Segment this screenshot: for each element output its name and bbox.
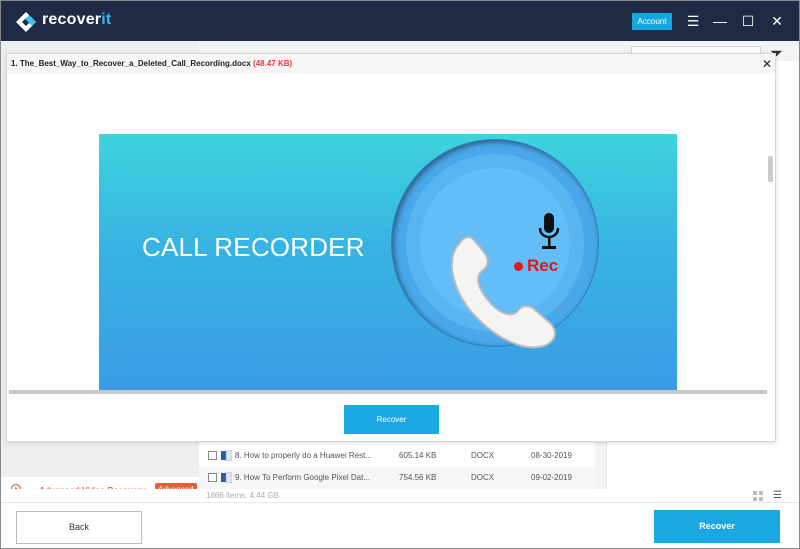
footer: Back Recover [1,503,799,548]
brand-suffix: it [101,11,112,28]
file-type: DOCX [471,451,495,460]
rec-label: Rec [527,256,559,275]
minimize-icon[interactable]: — [711,12,729,30]
vertical-scrollbar[interactable] [768,156,773,182]
preview-file-size: (48.47 KB) [253,59,293,68]
file-checkbox[interactable] [208,451,217,460]
close-icon[interactable]: ✕ [762,57,772,71]
modal-header: 1. The_Best_Way_to_Recover_a_Deleted_Cal… [7,54,775,74]
back-button[interactable]: Back [16,511,142,544]
recoverit-logo-icon [16,12,36,32]
preview-modal: 1. The_Best_Way_to_Recover_a_Deleted_Cal… [6,53,776,442]
app-brand: recoverit [42,11,111,29]
modal-recover-button[interactable]: Recover [344,405,439,434]
file-row[interactable]: 9. How To Perform Google Pixel Dat... 75… [199,467,595,489]
file-name: 9. How To Perform Google Pixel Dat... [235,473,371,482]
file-row[interactable]: 8. How to properly do a Huawei Rest... 6… [199,445,595,467]
file-size: 754.56 KB [399,473,437,482]
modal-title: 1. The_Best_Way_to_Recover_a_Deleted_Cal… [11,59,292,68]
banner-text: CALL RECORDER [142,232,365,262]
call-recorder-image: CALL RECORDER [99,134,677,390]
file-name: 8. How to properly do a Huawei Rest... [235,451,372,460]
file-date: 09-02-2019 [531,473,572,482]
menu-icon[interactable]: ☰ [684,12,702,30]
status-bar: 1866 items, 4.44 GB ☰ [1,489,799,503]
maximize-icon[interactable]: ☐ [739,12,757,30]
brand-prefix: recover [42,11,102,28]
file-list: 8. How to properly do a Huawei Rest... 6… [199,441,595,489]
close-icon[interactable]: ✕ [768,12,786,30]
document-preview: CALL RECORDER Rec [7,74,765,390]
file-date: 08-30-2019 [531,451,572,460]
file-type: DOCX [471,473,495,482]
word-doc-icon [221,472,232,483]
recoverit-window: recoverit Account ☰ — ☐ ✕ ⏷ 8. How to pr… [0,0,800,549]
rec-dot-icon [514,262,523,272]
recover-button[interactable]: Recover [654,510,780,543]
microphone-icon [538,213,560,249]
file-checkbox[interactable] [208,473,217,482]
rec-indicator: Rec [514,256,558,276]
account-button[interactable]: Account [632,13,672,30]
title-bar: recoverit Account ☰ — ☐ ✕ [1,1,799,41]
grid-view-icon[interactable] [753,491,763,501]
items-summary: 1866 items, 4.44 GB [206,491,279,500]
preview-file-name: 1. The_Best_Way_to_Recover_a_Deleted_Cal… [11,59,251,68]
word-doc-icon [221,450,232,461]
horizontal-scrollbar[interactable] [9,390,767,394]
list-view-icon[interactable]: ☰ [773,490,782,501]
file-size: 605.14 KB [399,451,437,460]
